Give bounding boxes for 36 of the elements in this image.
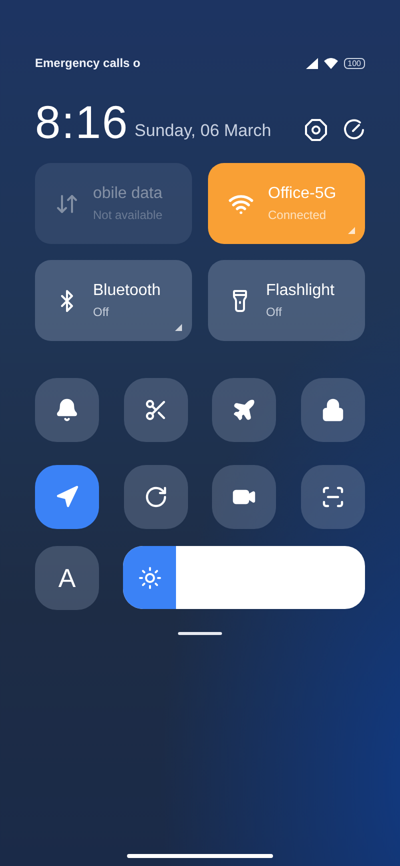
carrier-text: Emergency calls o — [35, 56, 140, 70]
tile-label: Flashlight — [266, 282, 334, 300]
date-text: Sunday, 06 March — [134, 121, 272, 141]
tile-label: obile data — [93, 185, 162, 203]
toggle-button[interactable] — [124, 378, 188, 442]
signal-icon — [306, 58, 318, 68]
tile-status: Not available — [93, 208, 162, 222]
sun-icon — [138, 566, 162, 590]
toggle-tile[interactable]: Bluetooth Off — [35, 260, 192, 341]
wifi-icon — [324, 58, 338, 68]
clock-time: 8:16 — [35, 99, 129, 145]
drag-handle[interactable] — [178, 632, 222, 635]
toggle-button[interactable] — [35, 378, 99, 442]
toggle-button[interactable] — [212, 465, 276, 529]
navigation-arrow-icon — [55, 485, 79, 509]
tile-status: Connected — [268, 208, 328, 222]
tile-status: Off — [93, 305, 110, 319]
battery-icon: 100 — [344, 58, 365, 68]
toggle-button[interactable] — [300, 378, 365, 442]
scanner-icon — [320, 485, 345, 509]
settings-icon[interactable] — [305, 119, 327, 141]
toggle-button[interactable] — [35, 465, 99, 529]
tile-status: Off — [266, 305, 283, 319]
toggle-button[interactable] — [300, 465, 365, 529]
edit-icon[interactable] — [343, 119, 365, 141]
tile-label: Bluetooth — [93, 282, 161, 300]
auto-brightness-button[interactable]: A — [35, 546, 99, 610]
toggle-button[interactable] — [124, 465, 188, 529]
airplane-icon — [232, 398, 256, 422]
scissors-icon — [144, 398, 168, 422]
bell-icon — [55, 398, 79, 422]
toggle-tile[interactable]: Flashlight Off — [208, 260, 365, 341]
lock-icon — [320, 398, 345, 422]
toggle-button[interactable] — [212, 378, 276, 442]
tile-label: Office-5G — [268, 185, 336, 203]
brightness-slider[interactable] — [123, 546, 365, 609]
